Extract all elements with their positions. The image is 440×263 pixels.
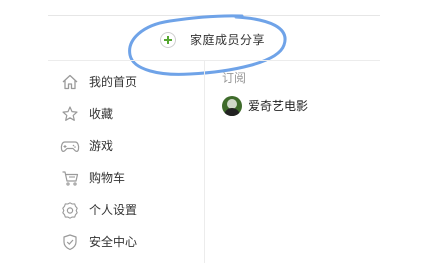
sidebar-nav: 我的首页 收藏 游戏 购物车 个人设置 安全中心 [60,66,200,258]
home-icon [60,72,80,92]
channel-avatar [222,96,242,116]
subscription-name: 爱奇艺电影 [248,99,309,113]
column-divider [204,61,205,263]
sidebar-item-label: 游戏 [89,139,114,153]
sidebar-item-home[interactable]: 我的首页 [60,66,200,98]
sidebar-item-security[interactable]: 安全中心 [60,226,200,258]
sidebar-item-label: 收藏 [89,107,114,121]
family-share-button[interactable]: 家庭成员分享 [160,30,265,50]
top-divider [48,15,380,16]
page: 家庭成员分享 我的首页 收藏 游戏 购物车 个人设置 安全中心 订阅 爱奇艺电影 [0,0,440,263]
sidebar-item-settings[interactable]: 个人设置 [60,194,200,226]
subscriptions-section: 订阅 爱奇艺电影 [222,70,308,116]
section-divider [48,60,380,61]
sidebar-item-favorites[interactable]: 收藏 [60,98,200,130]
sidebar-item-cart[interactable]: 购物车 [60,162,200,194]
subscriptions-title: 订阅 [222,71,247,85]
sidebar-item-label: 我的首页 [89,75,138,89]
star-icon [60,104,80,124]
sidebar-item-games[interactable]: 游戏 [60,130,200,162]
sidebar-item-label: 安全中心 [89,235,138,249]
gamepad-icon [60,136,80,156]
gear-icon [60,200,80,220]
cart-icon [60,168,80,188]
family-share-label: 家庭成员分享 [190,33,266,47]
sidebar-item-label: 购物车 [89,171,126,185]
sidebar-item-label: 个人设置 [89,203,138,217]
shield-icon [60,232,80,252]
subscription-item[interactable]: 爱奇艺电影 [222,96,308,116]
add-circle-icon [160,32,176,48]
